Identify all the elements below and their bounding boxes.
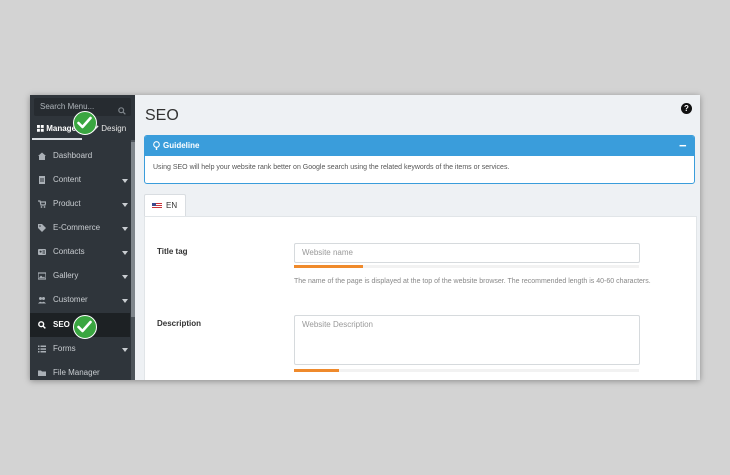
tab-manage[interactable]: Manage: [37, 124, 76, 133]
sidebar-item-label: File Manager: [53, 368, 100, 377]
sidebar-item-product[interactable]: Product: [30, 192, 130, 216]
description-textarea[interactable]: Website Description: [294, 315, 640, 365]
chevron-down-icon: [122, 348, 128, 352]
description-length-bar: [294, 369, 639, 372]
tab-design-label: Design: [101, 124, 127, 133]
guideline-text: Using SEO will help your website rank be…: [153, 164, 510, 171]
sidebar-item-forms[interactable]: Forms: [30, 337, 130, 361]
guideline-title: Guideline: [163, 141, 200, 150]
active-tab-indicator: [32, 138, 82, 140]
list-icon: [38, 345, 46, 353]
sidebar-item-dashboard[interactable]: Dashboard: [30, 144, 130, 168]
sidebar-item-label: E-Commerce: [53, 223, 101, 232]
tab-design[interactable]: Design: [92, 124, 126, 133]
title-tag-input[interactable]: Website name: [294, 243, 640, 263]
checkmark-icon: [73, 111, 97, 135]
sidebar-item-ecommerce[interactable]: E-Commerce: [30, 216, 130, 240]
description-length-fill: [294, 369, 339, 372]
chevron-down-icon: [122, 203, 128, 207]
chevron-down-icon: [122, 227, 128, 231]
grid-icon: [37, 125, 44, 132]
users-icon: [38, 297, 46, 304]
description-placeholder: Website Description: [302, 320, 373, 329]
description-label: Description: [157, 319, 202, 328]
us-flag-icon: [152, 203, 162, 209]
sidebar-item-label: Gallery: [53, 271, 79, 280]
tab-language-en[interactable]: EN: [144, 194, 186, 217]
title-tag-help-text: The name of the page is displayed at the…: [294, 278, 651, 285]
sidebar-item-label: Dashboard: [53, 151, 93, 160]
cart-icon: [38, 200, 46, 208]
document-icon: [39, 176, 45, 184]
checkmark-icon: [73, 315, 97, 339]
sidebar: Search Menu... Manage Design Dashboard C…: [30, 95, 135, 380]
tag-icon: [38, 224, 46, 232]
sidebar-item-contacts[interactable]: Contacts: [30, 240, 130, 264]
id-card-icon: [38, 249, 46, 255]
main-content: SEO ? Guideline − Using SEO will help yo…: [135, 95, 700, 380]
chevron-down-icon: [122, 299, 128, 303]
lightbulb-icon: [153, 141, 160, 150]
sidebar-item-label: Content: [53, 175, 82, 184]
sidebar-item-label: Customer: [53, 295, 88, 304]
help-icon[interactable]: ?: [681, 103, 692, 114]
search-icon[interactable]: [118, 102, 126, 120]
guideline-header[interactable]: Guideline −: [145, 136, 694, 156]
sidebar-item-customer[interactable]: Customer: [30, 288, 130, 312]
sidebar-item-label: Product: [53, 199, 81, 208]
search-icon: [38, 321, 46, 329]
collapse-icon[interactable]: −: [679, 138, 687, 153]
folder-icon: [38, 370, 46, 376]
sidebar-item-gallery[interactable]: Gallery: [30, 264, 130, 288]
app-window: Search Menu... Manage Design Dashboard C…: [30, 95, 700, 380]
seo-form: Title tag Website name The name of the p…: [144, 216, 697, 380]
chevron-down-icon: [122, 179, 128, 183]
sidebar-item-label: SEO: [53, 320, 70, 329]
sidebar-item-label: Contacts: [53, 247, 85, 256]
sidebar-item-file-manager[interactable]: File Manager: [30, 361, 130, 380]
search-menu-placeholder: Search Menu...: [40, 102, 95, 111]
chevron-down-icon: [122, 275, 128, 279]
page-title: SEO: [145, 107, 179, 124]
tab-manage-label: Manage: [46, 124, 77, 133]
title-tag-length-bar: [294, 265, 639, 268]
chevron-down-icon: [122, 251, 128, 255]
guideline-panel: Guideline − Using SEO will help your web…: [144, 135, 695, 184]
title-tag-length-fill: [294, 265, 363, 268]
title-tag-placeholder: Website name: [302, 248, 353, 257]
dashboard-icon: [38, 152, 46, 160]
sidebar-item-label: Forms: [53, 344, 76, 353]
image-icon: [38, 272, 46, 280]
tab-language-label: EN: [166, 201, 178, 210]
title-tag-label: Title tag: [157, 247, 188, 256]
sidebar-item-content[interactable]: Content: [30, 168, 130, 192]
